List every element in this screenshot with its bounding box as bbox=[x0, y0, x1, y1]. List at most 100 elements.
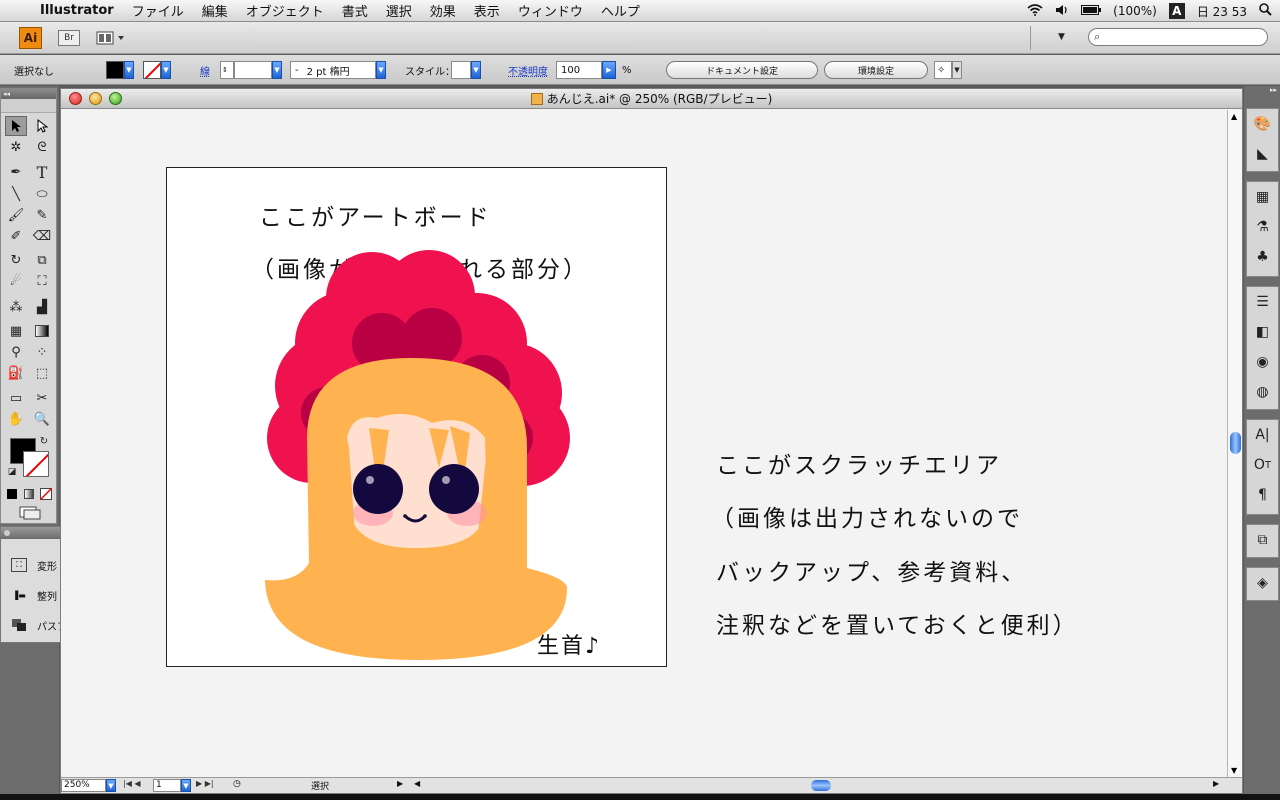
canvas-area[interactable]: ここがアートボード （画像が書き出される部分） bbox=[61, 110, 1227, 777]
document-setup-button[interactable]: ドキュメント設定 bbox=[666, 61, 818, 79]
scroll-up-icon[interactable]: ▲ bbox=[1231, 112, 1237, 121]
character-panel-icon[interactable]: A| bbox=[1247, 420, 1278, 450]
graphic-style-select[interactable]: ▼ bbox=[451, 55, 481, 85]
direct-selection-tool-icon[interactable] bbox=[31, 116, 53, 136]
artboard-tool-icon[interactable]: ▭ bbox=[5, 388, 27, 408]
stroke-color-swatch[interactable] bbox=[23, 451, 49, 477]
swatch-grid-icon[interactable]: ▦ bbox=[1247, 182, 1278, 212]
mesh-tool-icon[interactable]: ▦ bbox=[5, 321, 27, 341]
menu-edit[interactable]: 編集 bbox=[202, 1, 228, 20]
swap-fill-stroke-icon[interactable]: ↻ bbox=[37, 435, 51, 447]
first-artboard-icon[interactable]: |◀ ◀ bbox=[123, 779, 141, 788]
pen-tool-icon[interactable]: ✒ bbox=[5, 162, 27, 182]
stroke-link[interactable]: 線 bbox=[200, 55, 210, 85]
vertical-scroll-thumb[interactable] bbox=[1230, 432, 1241, 454]
menu-effect[interactable]: 効果 bbox=[430, 1, 456, 20]
symbols-icon[interactable]: ♣ bbox=[1247, 242, 1278, 272]
scroll-left-icon[interactable]: ◀ bbox=[414, 779, 420, 788]
rotate-tool-icon[interactable]: ↻ bbox=[5, 250, 27, 270]
character-illustration[interactable] bbox=[167, 168, 668, 668]
selection-tool-icon[interactable] bbox=[5, 116, 27, 136]
gradient-panel-icon[interactable]: ◧ bbox=[1247, 317, 1278, 347]
zoom-level-field[interactable]: 250% bbox=[61, 779, 106, 792]
scroll-down-icon[interactable]: ▼ bbox=[1231, 766, 1237, 775]
brush-definition-select[interactable]: -2 pt 楕円 ▼ bbox=[290, 55, 386, 85]
opacity-link[interactable]: 不透明度 bbox=[508, 55, 548, 85]
opacity-field[interactable]: 100 ▶ bbox=[556, 55, 616, 85]
stroke-swatch-control[interactable]: ▼ bbox=[143, 55, 171, 85]
warp-tool-icon[interactable]: ☄ bbox=[5, 271, 27, 291]
eyedropper-tool-icon[interactable]: ⚲ bbox=[5, 342, 27, 362]
menu-type[interactable]: 書式 bbox=[342, 1, 368, 20]
document-title-bar[interactable]: あんじえ.ai* @ 250% (RGB/プレビュー) bbox=[61, 89, 1242, 109]
swatches-icon[interactable]: 🎨 bbox=[1247, 109, 1278, 139]
status-text[interactable]: 選択 bbox=[311, 779, 329, 792]
live-paint-bucket-tool-icon[interactable]: ⛽ bbox=[5, 363, 27, 383]
screen-mode-icon[interactable] bbox=[17, 505, 43, 521]
zoom-window-button[interactable] bbox=[109, 92, 122, 105]
magic-wand-tool-icon[interactable]: ✲ bbox=[5, 137, 27, 157]
battery-icon[interactable] bbox=[1081, 4, 1102, 18]
wifi-icon[interactable] bbox=[1027, 3, 1043, 19]
stroke-weight-field[interactable]: ⇕ ▼ bbox=[220, 55, 282, 85]
menu-file[interactable]: ファイル bbox=[132, 1, 184, 20]
menu-app-name[interactable]: Illustrator bbox=[40, 3, 114, 18]
hand-tool-icon[interactable]: ✋ bbox=[5, 409, 27, 429]
menu-help[interactable]: ヘルプ bbox=[601, 1, 640, 20]
vertical-scrollbar[interactable]: ▲ ▼ bbox=[1227, 110, 1242, 777]
line-tool-icon[interactable]: ╲ bbox=[5, 184, 27, 204]
slice-tool-icon[interactable]: ✂ bbox=[31, 388, 53, 408]
right-dock-expand[interactable]: ▸▸ bbox=[1244, 86, 1280, 96]
spotlight-icon[interactable] bbox=[1259, 3, 1272, 19]
none-mode-icon[interactable] bbox=[39, 487, 53, 501]
artboard-dropdown-icon[interactable]: ▼ bbox=[181, 779, 191, 792]
color-guide-icon[interactable]: ◣ bbox=[1247, 139, 1278, 169]
isolate-object-button[interactable]: ✧ ▼ bbox=[934, 55, 962, 85]
paragraph-icon[interactable]: ¶ bbox=[1247, 480, 1278, 510]
tools-panel-grip[interactable] bbox=[1, 99, 56, 113]
lasso-tool-icon[interactable]: ᘓ bbox=[31, 137, 53, 157]
clock[interactable]: 日 23 53 bbox=[1197, 3, 1247, 20]
type-tool-icon[interactable]: T bbox=[31, 162, 53, 182]
graph-tool-icon[interactable]: ▟ bbox=[31, 297, 53, 317]
fill-swatch-control[interactable]: ▼ bbox=[106, 55, 134, 85]
menu-view[interactable]: 表示 bbox=[474, 1, 500, 20]
zoom-tool-icon[interactable]: 🔍 bbox=[31, 409, 53, 429]
tools-panel-collapse[interactable]: ◂◂ bbox=[1, 89, 56, 99]
arrange-documents-button[interactable] bbox=[96, 30, 126, 46]
close-window-button[interactable] bbox=[69, 92, 82, 105]
workspace-dropdown[interactable]: ▼ bbox=[1058, 32, 1065, 42]
blob-brush-tool-icon[interactable]: ✐ bbox=[5, 226, 27, 246]
scale-tool-icon[interactable]: ⧉ bbox=[31, 250, 53, 270]
volume-icon[interactable] bbox=[1055, 4, 1069, 19]
zoom-dropdown-icon[interactable]: ▼ bbox=[106, 779, 116, 792]
symbol-sprayer-tool-icon[interactable]: ⁂ bbox=[5, 297, 27, 317]
menu-select[interactable]: 選択 bbox=[386, 1, 412, 20]
brushes-icon[interactable]: ⚗ bbox=[1247, 212, 1278, 242]
appearance-icon[interactable]: ◍ bbox=[1247, 377, 1278, 407]
layers-icon[interactable]: ◈ bbox=[1247, 568, 1278, 598]
live-paint-selection-tool-icon[interactable]: ⬚ bbox=[31, 363, 53, 383]
opacity-value[interactable]: 100 bbox=[556, 61, 602, 79]
blend-tool-icon[interactable]: ⁘ bbox=[31, 342, 53, 362]
status-menu-icon[interactable]: ◷ bbox=[233, 779, 241, 789]
color-mode-icon[interactable] bbox=[5, 487, 19, 501]
artboard-number-field[interactable]: 1 bbox=[153, 779, 181, 792]
ellipse-tool-icon[interactable]: ⬭ bbox=[31, 184, 53, 204]
minimize-window-button[interactable] bbox=[89, 92, 102, 105]
input-method-icon[interactable]: A bbox=[1168, 3, 1185, 19]
default-colors-icon[interactable]: ◪ bbox=[5, 466, 19, 478]
transparency-icon[interactable]: ◉ bbox=[1247, 347, 1278, 377]
menu-window[interactable]: ウィンドウ bbox=[518, 1, 583, 20]
free-transform-tool-icon[interactable]: ⛶ bbox=[31, 271, 53, 291]
artboards-panel-icon[interactable]: ⧉ bbox=[1247, 525, 1278, 555]
status-arrow-icon[interactable]: ▶ bbox=[397, 779, 403, 788]
paintbrush-tool-icon[interactable]: 🖌 bbox=[5, 205, 27, 225]
help-search-input[interactable]: ⌕ bbox=[1088, 28, 1268, 46]
stroke-panel-icon[interactable]: ☰ bbox=[1247, 287, 1278, 317]
gradient-mode-icon[interactable] bbox=[22, 487, 36, 501]
gradient-tool-icon[interactable] bbox=[31, 321, 53, 341]
horizontal-scroll-thumb[interactable] bbox=[811, 780, 831, 791]
artboard[interactable]: ここがアートボード （画像が書き出される部分） bbox=[166, 167, 667, 667]
eraser-tool-icon[interactable]: ⌫ bbox=[31, 226, 53, 246]
